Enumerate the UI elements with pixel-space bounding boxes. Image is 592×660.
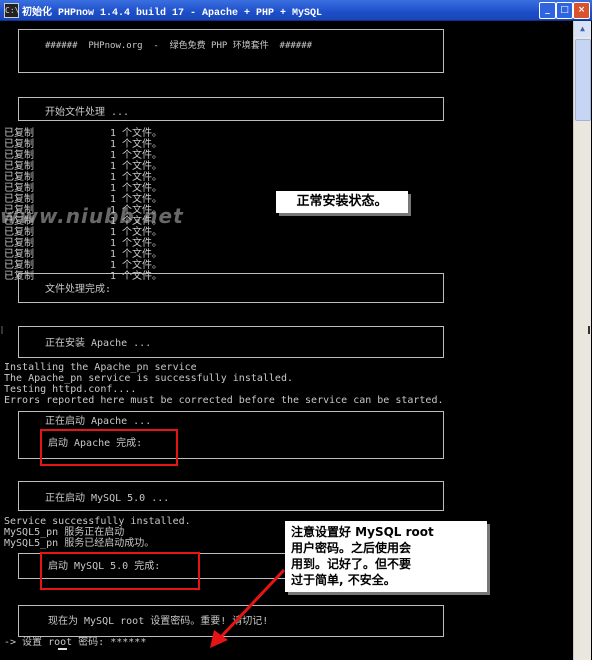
apache-log-line: The Apache_pn service is successfully in…: [4, 373, 293, 384]
file-done-text: 文件处理完成:: [45, 284, 112, 295]
apache-log-line: Errors reported here must be corrected b…: [4, 395, 444, 406]
mysql-note-line: 注意设置好 MySQL root: [291, 525, 434, 539]
copied-label: 已复制: [4, 249, 34, 260]
normal-state-callout: 正常安装状态。: [276, 191, 408, 213]
title-bar[interactable]: C:\ 初始化 PHPnow 1.4.4 build 17 - Apache +…: [0, 0, 592, 21]
edge-marks: [0, 326, 592, 336]
copied-label: 已复制: [4, 150, 34, 161]
close-button[interactable]: ×: [573, 2, 590, 19]
console-output[interactable]: ###### PHPnow.org - 绿色免费 PHP 环境套件 ######…: [0, 21, 573, 660]
copied-count: 1 个文件。: [110, 260, 163, 271]
mysql-note-callout: 注意设置好 MySQL root 用户密码。之后使用会 用到。记好了。但不要 过…: [285, 521, 487, 592]
maximize-button[interactable]: □: [556, 2, 573, 19]
copied-label: 已复制: [4, 128, 34, 139]
banner-text: ###### PHPnow.org - 绿色免费 PHP 环境套件 ######: [45, 41, 313, 51]
mysql-log-line: MySQL5_pn 服务正在启动: [4, 527, 125, 538]
mysql-log-line: MySQL5_pn 服务已经启动成功。: [4, 538, 155, 549]
console-window: C:\ 初始化 PHPnow 1.4.4 build 17 - Apache +…: [0, 0, 592, 660]
mysql-log-line: Service successfully installed.: [4, 516, 191, 527]
apache-done-highlight: [40, 429, 178, 466]
copied-label: 已复制: [4, 238, 34, 249]
apache-starting-text: 正在启动 Apache ...: [45, 416, 152, 427]
copied-label: 已复制: [4, 260, 34, 271]
scroll-up-arrow-icon[interactable]: ▲: [574, 21, 591, 37]
mysql-note-line: 用到。记好了。但不要: [291, 557, 412, 571]
apache-log-line: Installing the Apache_pn service: [4, 362, 197, 373]
vertical-scrollbar[interactable]: ▲: [573, 21, 591, 660]
copied-label: 已复制: [4, 139, 34, 150]
window-title: 初始化 PHPnow 1.4.4 build 17 - Apache + PHP…: [22, 8, 323, 19]
apache-log-line: Testing httpd.conf....: [4, 384, 137, 395]
copied-count: 1 个文件。: [110, 227, 163, 238]
red-arrow-icon: [210, 568, 286, 648]
apache-installing-text: 正在安装 Apache ...: [45, 338, 152, 349]
copied-count: 1 个文件。: [110, 139, 163, 150]
minimize-button[interactable]: _: [539, 2, 556, 19]
copied-count: 1 个文件。: [110, 172, 163, 183]
copied-count: 1 个文件。: [110, 183, 163, 194]
mysql-note-line: 用户密码。之后使用会: [291, 541, 412, 555]
mysql-done-highlight: [40, 552, 200, 590]
copied-count: 1 个文件。: [110, 249, 163, 260]
copied-count: 1 个文件。: [110, 128, 163, 139]
copied-label: 已复制: [4, 227, 34, 238]
copied-count: 1 个文件。: [110, 150, 163, 161]
copied-count: 1 个文件。: [110, 238, 163, 249]
password-prompt[interactable]: -> 设置 root 密码: ******: [4, 637, 146, 648]
watermark-text: www.niubb.net: [0, 204, 184, 228]
copied-count: 1 个文件。: [110, 161, 163, 172]
file-start-text: 开始文件处理 ...: [45, 107, 130, 118]
text-cursor: [58, 648, 67, 650]
console-app-icon[interactable]: C:\: [4, 3, 19, 18]
copied-label: 已复制: [4, 183, 34, 194]
copied-label: 已复制: [4, 161, 34, 172]
mysql-starting-text: 正在启动 MySQL 5.0 ...: [45, 493, 170, 504]
mysql-note-line: 过于简单, 不安全。: [291, 573, 396, 587]
scroll-thumb[interactable]: [575, 39, 591, 121]
copied-label: 已复制: [4, 172, 34, 183]
